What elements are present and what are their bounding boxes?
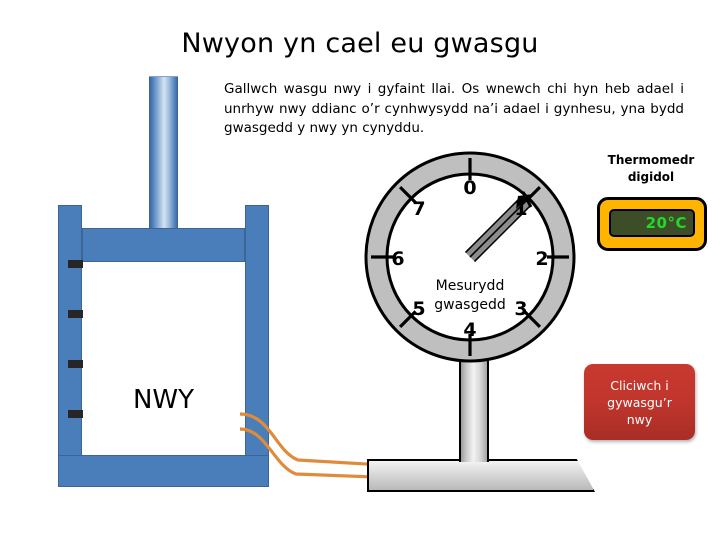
compress-gas-button-label: Cliciwch i gywasgu’r nwy xyxy=(607,377,672,428)
compress-gas-button[interactable]: Cliciwch i gywasgu’r nwy xyxy=(584,364,695,440)
compress-button-line-3: nwy xyxy=(626,411,653,427)
gauge-number-4: 4 xyxy=(463,319,477,341)
scale-tick-mark xyxy=(68,260,83,268)
gauge-caption: Mesurydd gwasgedd xyxy=(400,277,540,315)
gauge-number-2: 2 xyxy=(535,248,549,270)
gauge-caption-line-2: gwasgedd xyxy=(434,297,506,313)
gauge-number-6: 6 xyxy=(391,248,405,270)
thermometer-screen: 20°C xyxy=(609,209,695,237)
gas-label: NWY xyxy=(132,385,195,415)
gauge-number-7: 7 xyxy=(412,198,426,220)
scale-tick-mark xyxy=(68,410,83,418)
compress-button-line-1: Cliciwch i xyxy=(610,377,669,393)
piston-plate[interactable] xyxy=(82,228,245,262)
scale-tick-mark xyxy=(68,360,83,368)
thermometer-label-line-1: Thermomedr xyxy=(607,153,695,167)
gauge-number-1: 1 xyxy=(514,198,528,220)
gauge-caption-line-1: Mesurydd xyxy=(435,278,505,294)
piston-rod[interactable] xyxy=(149,76,178,233)
thermometer-label-line-2: digidol xyxy=(627,170,675,184)
gauge-base xyxy=(367,459,595,492)
gauge-stem xyxy=(459,352,489,462)
thermometer-label: Thermomedr digidol xyxy=(586,152,716,186)
thermometer-reading: 20°C xyxy=(645,214,687,232)
slide-canvas: Nwyon yn cael eu gwasgu Gallwch wasgu nw… xyxy=(0,0,720,540)
compress-button-line-2: gywasgu’r xyxy=(607,394,672,410)
container-wall-bottom xyxy=(58,455,269,487)
container-wall-left xyxy=(58,205,82,487)
gauge-number-0: 0 xyxy=(463,177,477,199)
pressure-gauge-assembly: 0 1 2 3 4 5 6 7 Mesurydd gwasgedd xyxy=(355,150,605,495)
scale-tick-mark xyxy=(68,310,83,318)
thermometer-body[interactable]: 20°C xyxy=(597,197,707,251)
gas-volume-region xyxy=(82,262,245,455)
digital-thermometer-assembly: Thermomedr digidol 20°C xyxy=(586,152,716,272)
